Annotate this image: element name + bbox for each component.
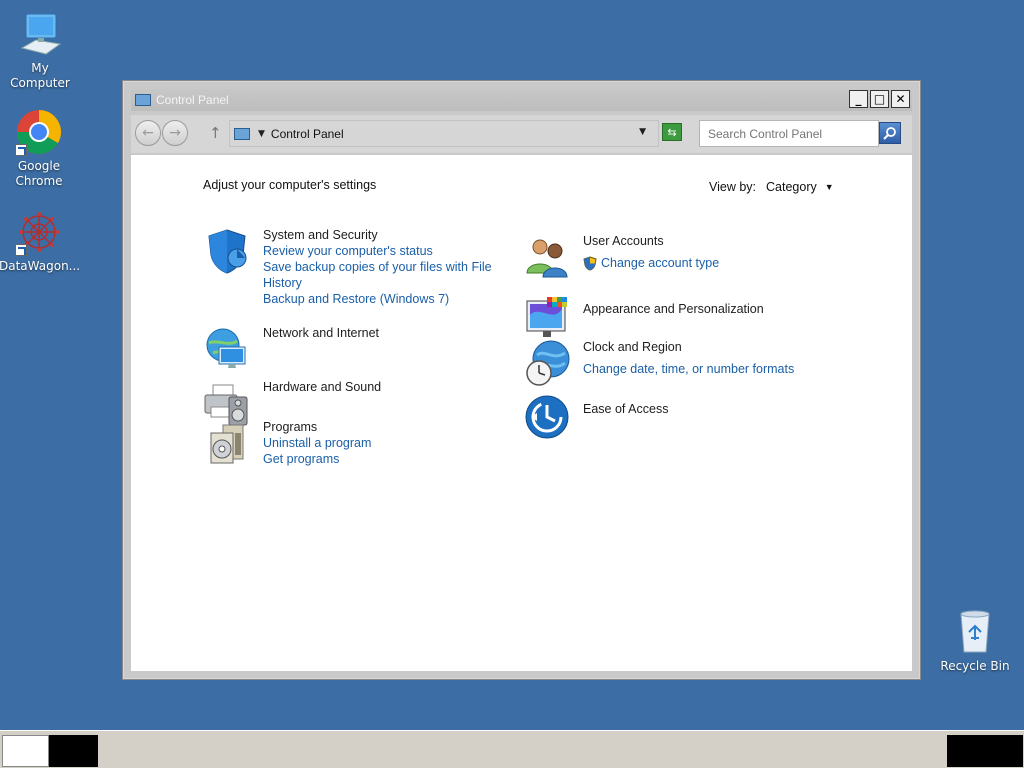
link-backup-restore[interactable]: Backup and Restore (Windows 7) [263, 291, 493, 307]
desktop-icon-my-computer[interactable]: My Computer [0, 10, 80, 91]
control-panel-icon [135, 94, 151, 106]
content-area: Adjust your computer's settings View by:… [131, 155, 912, 671]
desktop-icon-label: My Computer [10, 61, 70, 90]
uac-shield-icon [583, 255, 597, 271]
view-by-value: Category [766, 180, 817, 194]
search-button[interactable] [879, 122, 901, 144]
window-title: Control Panel [156, 93, 229, 107]
control-panel-icon [234, 127, 250, 140]
view-by-label: View by: [709, 180, 757, 194]
users-icon[interactable] [523, 233, 571, 281]
link-change-account-type[interactable]: Change account type [583, 255, 813, 271]
link-review-status[interactable]: Review your computer's status [263, 243, 493, 259]
link-file-history[interactable]: Save backup copies of your files with Fi… [263, 259, 493, 291]
navigation-bar: ← → ↑ ▼ Control Panel ▼ ⇆ [131, 115, 912, 153]
desktop-icon-label: DataWagon... [0, 259, 81, 273]
view-by-dropdown[interactable]: Category ▼ [766, 180, 834, 194]
view-by: View by: Category ▼ [709, 180, 834, 194]
link-text: Change account type [601, 256, 720, 270]
forward-button[interactable]: → [162, 120, 188, 146]
globe-clock-icon[interactable] [523, 339, 571, 387]
breadcrumb-control-panel[interactable]: Control Panel [271, 127, 344, 141]
category-title[interactable]: Programs [263, 419, 493, 435]
minimize-button[interactable]: _ [849, 90, 868, 108]
shortcut-arrow-icon [15, 244, 27, 256]
category-title[interactable]: System and Security [263, 227, 493, 243]
link-uninstall-program[interactable]: Uninstall a program [263, 435, 493, 451]
taskbar-tray[interactable] [947, 735, 1023, 767]
control-panel-window: Control Panel _ □ ✕ ← → ↑ ▼ Control Pane… [122, 80, 921, 680]
chrome-icon [15, 108, 63, 156]
close-button[interactable]: ✕ [891, 90, 910, 108]
search-icon [883, 127, 896, 140]
monitor-palette-icon[interactable] [523, 295, 571, 343]
category-title[interactable]: Hardware and Sound [263, 379, 493, 395]
desktop-icon-datawagon[interactable]: DataWagon... [0, 208, 81, 274]
desktop-icon-label: Google Chrome [15, 159, 63, 188]
address-bar[interactable]: ▼ Control Panel ▼ [229, 120, 659, 147]
chevron-down-icon: ▼ [824, 182, 834, 192]
refresh-button[interactable]: ⇆ [662, 123, 682, 141]
back-arrow-icon: ← [142, 125, 154, 141]
computer-icon [16, 10, 64, 58]
desktop-icon-label: Recycle Bin [940, 659, 1010, 673]
recycle-bin-icon [951, 608, 999, 656]
datawagon-icon [15, 208, 63, 256]
network-globe-icon[interactable] [203, 325, 251, 373]
category-title[interactable]: Ease of Access [583, 401, 813, 417]
category-title[interactable]: User Accounts [583, 233, 813, 249]
search-input[interactable] [699, 120, 879, 147]
breadcrumb-chevron-icon[interactable]: ▼ [258, 129, 265, 139]
taskbar-button-start[interactable] [2, 735, 49, 767]
shield-icon[interactable] [203, 227, 251, 275]
taskbar [0, 730, 1024, 768]
category-title[interactable]: Clock and Region [583, 339, 813, 355]
maximize-button[interactable]: □ [870, 90, 889, 108]
title-bar[interactable]: Control Panel _ □ ✕ [131, 89, 912, 111]
programs-icon[interactable] [203, 419, 251, 467]
refresh-icon: ⇆ [667, 125, 677, 139]
forward-arrow-icon: → [169, 125, 181, 141]
page-heading: Adjust your computer's settings [203, 178, 377, 192]
desktop-icon-google-chrome[interactable]: Google Chrome [0, 108, 79, 189]
taskbar-button-app[interactable] [49, 735, 98, 767]
ease-of-access-icon[interactable] [523, 393, 571, 441]
address-dropdown-icon[interactable]: ▼ [639, 127, 646, 137]
link-get-programs[interactable]: Get programs [263, 451, 493, 467]
shortcut-arrow-icon [15, 144, 27, 156]
category-title[interactable]: Network and Internet [263, 325, 493, 341]
category-title[interactable]: Appearance and Personalization [583, 301, 813, 317]
back-button[interactable]: ← [135, 120, 161, 146]
desktop-icon-recycle-bin[interactable]: Recycle Bin [935, 608, 1015, 674]
up-button[interactable]: ↑ [209, 124, 222, 142]
link-change-date-formats[interactable]: Change date, time, or number formats [583, 361, 813, 377]
